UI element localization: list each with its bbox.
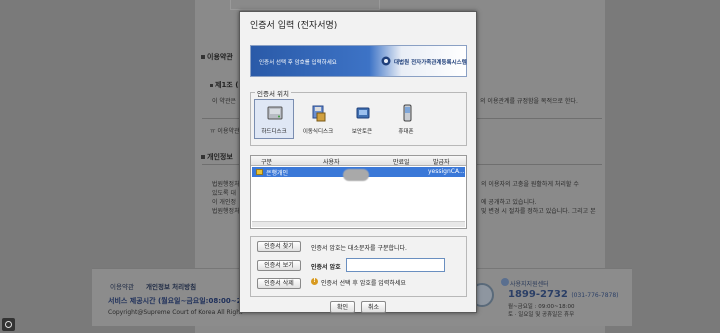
certificate-icon [256, 169, 263, 175]
certificate-table: 구분 사용자 만료일 발급자 은행개인 yessignCA... [250, 155, 467, 229]
warning-icon: ! [311, 278, 318, 285]
privacy-line-right: 에 공개하고 있습니다. [481, 199, 537, 206]
prev-terms-link[interactable]: ㅠ 이용약관 [210, 127, 240, 136]
location-label: 하드디스크 [261, 129, 287, 135]
support-center-phone: 1899-2732 (031-776-7878) [508, 289, 619, 300]
column-header-issuer[interactable]: 발급자 [433, 157, 450, 166]
location-label: 보안토큰 [351, 129, 373, 135]
view-certificate-button[interactable]: 인증서 보기 [257, 260, 301, 271]
privacy-line: 있도록 대 [212, 190, 236, 197]
location-label: 이동식디스크 [302, 129, 334, 135]
redaction-blur [343, 169, 369, 181]
article-heading: 제1조 ( [210, 80, 238, 90]
location-label: 휴대폰 [398, 129, 414, 135]
dialog-banner: 인증서 선택 후 암호를 입력하세요 대법원 전자가족관계등록시스템 [250, 45, 467, 77]
password-input[interactable] [346, 258, 445, 272]
terms-text-right: 의 이용관계를 규정함을 목적으로 한다. [480, 98, 578, 105]
banner-instruction: 인증서 선택 후 암호를 입력하세요 [259, 60, 337, 66]
privacy-heading: 개인정보 [201, 152, 233, 162]
cell-issuer: yessignCA... [428, 168, 465, 175]
location-hard-disk[interactable]: 하드디스크 [254, 99, 294, 139]
cell-type: 은행개인 [266, 170, 289, 177]
support-center-icon [501, 278, 509, 286]
location-security-token[interactable]: 보안토큰 [342, 99, 382, 139]
column-header-type[interactable]: 구분 [261, 157, 272, 166]
footer-link-privacy[interactable]: 개인정보 처리방침 [146, 283, 196, 291]
mobile-phone-icon [403, 104, 412, 122]
column-header-expiry[interactable]: 만료일 [393, 157, 410, 166]
footer-service-hours: 서비스 제공시간 (월요일~금요일:08:00~2 [108, 297, 242, 305]
security-token-icon [356, 107, 370, 119]
footer-copyright: Copyright@Supreme Court of Korea All Rig… [108, 309, 243, 316]
support-center-hours: 월~금요일 : 09:00~18:00 토 · 일요일 및 공휴일은 휴무 [508, 304, 575, 318]
location-removable-disk[interactable]: 이동식디스크 [298, 99, 338, 139]
banner-organization: 대법원 전자가족관계등록시스템 [394, 60, 467, 66]
privacy-line-right: 및 변경 시 절차를 정하고 있습니다. 그리고 본 [481, 208, 596, 215]
find-certificate-button[interactable]: 인증서 찾기 [257, 241, 301, 252]
cancel-button[interactable]: 취소 [361, 301, 386, 313]
privacy-line: 법원행정처 [212, 208, 240, 215]
dialog-title: 인증서 입력 (전자서명) [250, 21, 338, 31]
background-top-box [230, 0, 380, 10]
privacy-line: 이 개인정 [212, 199, 236, 206]
password-label: 인증서 암호 [311, 264, 341, 271]
table-header: 구분 사용자 만료일 발급자 [251, 156, 466, 166]
terms-text: 이 약관은 [212, 98, 236, 105]
removable-disk-icon [312, 105, 326, 122]
location-legend: 인증서 위치 [255, 88, 291, 98]
case-sensitive-note: 인증서 암호는 대소문자를 구분합니다. [311, 245, 407, 252]
privacy-line-right: 의 이용자의 고충을 원활하게 처리할 수 [481, 181, 579, 188]
footer-link-terms[interactable]: 이용약관 [110, 283, 134, 291]
footer-nav: 이용약관 개인정보 처리방침 [110, 281, 206, 291]
court-logo-icon [381, 56, 391, 66]
ok-button[interactable]: 확인 [330, 301, 355, 313]
location-mobile-phone[interactable]: 휴대폰 [386, 99, 426, 139]
warning-text: 인증서 선택 후 암호를 입력하세요 [321, 280, 406, 287]
certificate-dialog: 인증서 입력 (전자서명) 인증서 선택 후 암호를 입력하세요 대법원 전자가… [239, 11, 477, 313]
privacy-line: 법원행정처 [212, 181, 240, 188]
terms-heading: 이용약관 [201, 52, 233, 62]
horizontal-scrollbar[interactable] [252, 221, 465, 227]
column-header-user[interactable]: 사용자 [323, 157, 340, 166]
taskbar-icon[interactable] [2, 318, 15, 331]
delete-certificate-button[interactable]: 인증서 삭제 [257, 278, 301, 289]
support-center-name: 사용지지원센터 [510, 281, 549, 288]
hard-disk-icon [267, 106, 283, 120]
